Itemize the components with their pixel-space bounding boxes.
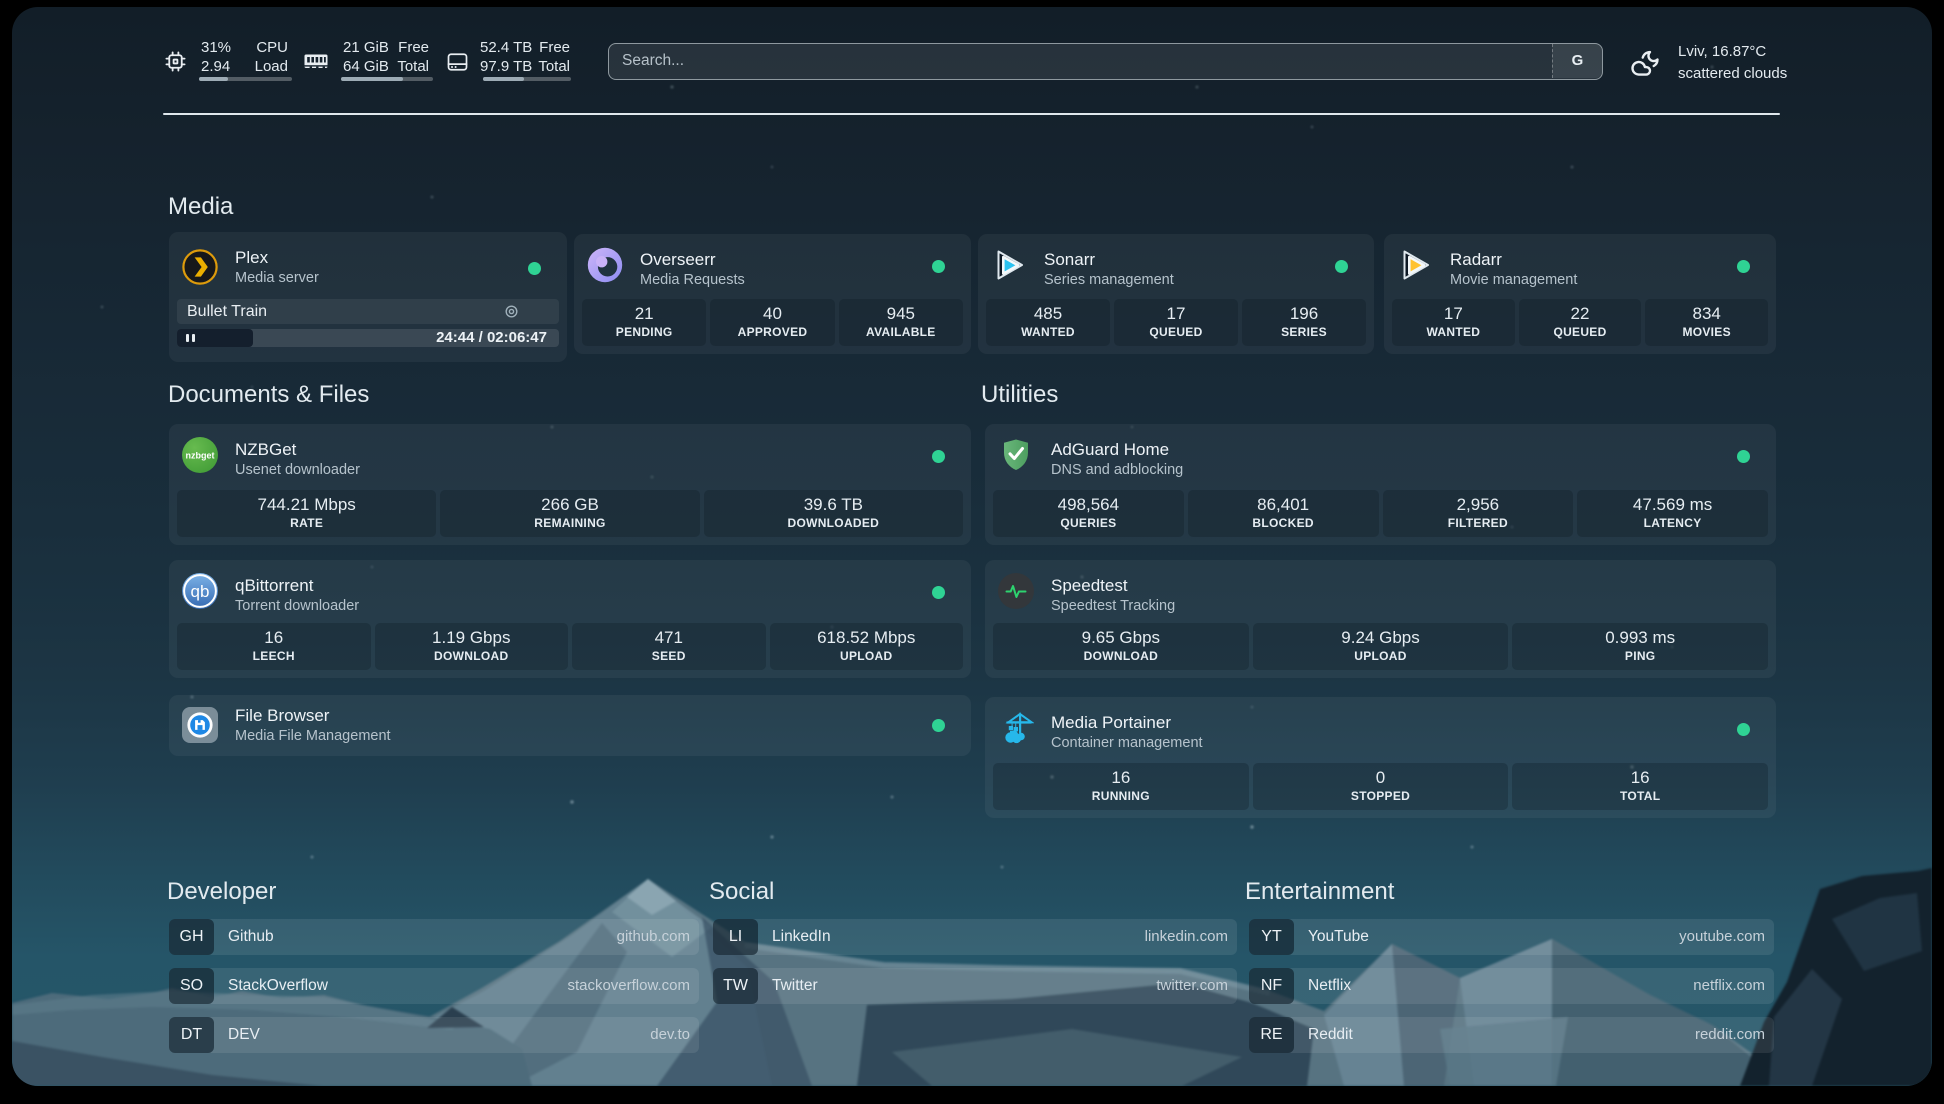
svg-text:nzbget: nzbget (186, 451, 215, 461)
svg-text:qb: qb (191, 582, 210, 601)
